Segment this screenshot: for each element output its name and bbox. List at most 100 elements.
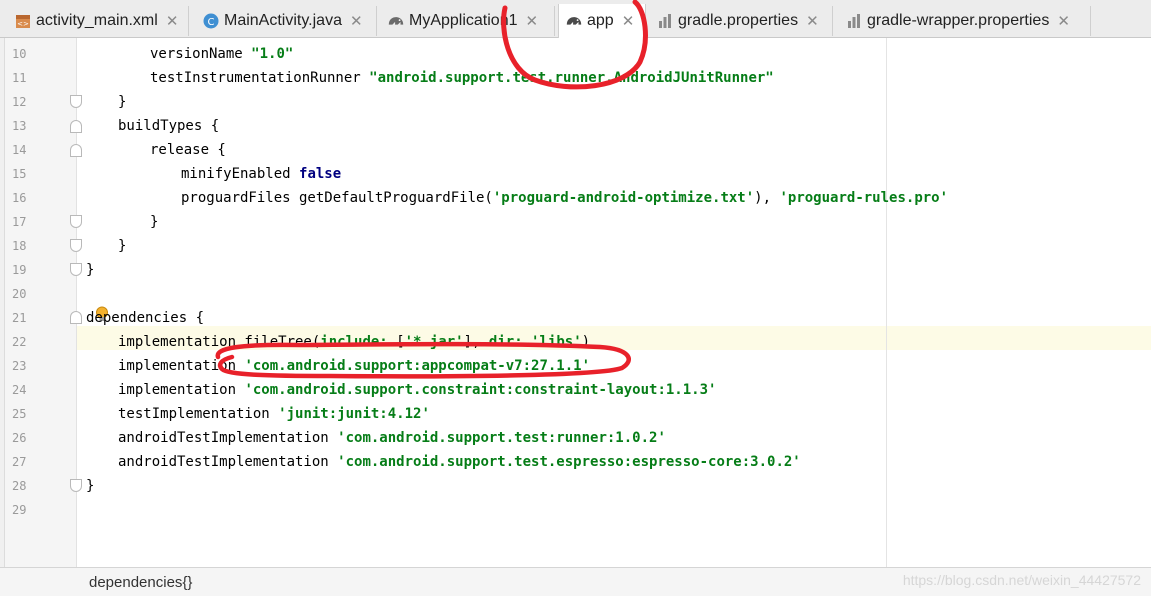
line-number: 25 [12, 407, 27, 421]
code-line[interactable]: minifyEnabled false [181, 162, 341, 186]
string-token: 'com.android.support.constraint:constrai… [244, 382, 717, 398]
close-icon[interactable]: ✕ [1057, 12, 1070, 30]
close-icon[interactable]: ✕ [806, 12, 819, 30]
tab-myapplication1[interactable]: MyApplication1 ✕ [381, 6, 555, 36]
string-token: 'proguard-android-optimize.txt' [492, 190, 755, 206]
string-token: 'com.android.support.test.espresso:espre… [337, 454, 801, 470]
tab-label: app [587, 12, 614, 29]
line-number: 10 [12, 47, 27, 61]
close-icon[interactable]: ✕ [526, 12, 539, 30]
code-line[interactable]: proguardFiles getDefaultProguardFile('pr… [181, 186, 948, 210]
gradle-elephant-icon [387, 12, 405, 30]
code-token: [ [396, 334, 405, 350]
tab-gradle-properties[interactable]: gradle.properties ✕ [650, 6, 833, 36]
watermark-text: https://blog.csdn.net/weixin_44427572 [902, 572, 1141, 588]
code-line[interactable]: } [150, 210, 158, 234]
code-token: implementation [118, 358, 245, 374]
code-token: proguardFiles getDefaultProguardFile( [181, 190, 493, 206]
properties-file-icon [845, 12, 863, 30]
fold-marker[interactable] [70, 215, 82, 228]
gradle-elephant-icon [565, 12, 583, 30]
tab-label: gradle-wrapper.properties [867, 12, 1050, 29]
close-icon[interactable]: ✕ [622, 12, 635, 30]
line-number: 29 [12, 503, 27, 517]
svg-text:C: C [208, 17, 215, 28]
tab-activity-main-xml[interactable]: <> activity_main.xml ✕ [8, 6, 189, 36]
code-line[interactable]: } [118, 234, 126, 258]
code-line[interactable]: release { [150, 138, 226, 162]
line-number: 17 [12, 215, 27, 229]
code-line[interactable]: } [118, 90, 126, 114]
line-number: 26 [12, 431, 27, 445]
breadcrumb-bar: dependencies{} https://blog.csdn.net/wei… [0, 567, 1151, 596]
line-number: 22 [12, 335, 27, 349]
xml-file-icon: <> [14, 12, 32, 30]
string-token: dir: 'libs' [488, 334, 582, 350]
tab-label: MainActivity.java [224, 12, 342, 29]
code-token: ), [754, 190, 780, 206]
fold-marker[interactable] [70, 144, 82, 157]
code-token: testImplementation [118, 406, 279, 422]
tab-label: gradle.properties [678, 12, 799, 29]
code-line[interactable]: } [86, 474, 94, 498]
line-number: 14 [12, 143, 27, 157]
code-editor[interactable]: 10 11 12 13 14 15 16 17 18 19 20 21 22 2… [0, 38, 1151, 567]
keyword-token: false [299, 166, 342, 182]
string-token: 'com.android.support:appcompat-v7:27.1.1… [244, 358, 591, 374]
fold-marker[interactable] [70, 311, 82, 324]
line-number: 19 [12, 263, 27, 277]
string-token: 'proguard-rules.pro' [779, 190, 949, 206]
fold-marker[interactable] [70, 120, 82, 133]
line-number: 21 [12, 311, 27, 325]
code-token: ) [581, 334, 591, 350]
string-token: 'junit:junit:4.12' [278, 406, 430, 422]
code-token: } [150, 214, 159, 230]
string-token: 'com.android.support.test:runner:1.0.2' [337, 430, 666, 446]
code-line[interactable]: implementation 'com.android.support.cons… [118, 378, 716, 402]
code-token: implementation fileTree( [118, 334, 321, 350]
code-token: androidTestImplementation [118, 430, 338, 446]
code-token: } [118, 94, 127, 110]
code-token: versionName [150, 46, 252, 62]
java-class-icon: C [202, 12, 220, 30]
code-token: buildTypes { [118, 118, 220, 134]
code-token: } [86, 478, 95, 494]
code-line[interactable]: testInstrumentationRunner "android.suppo… [150, 66, 774, 90]
code-token: ], [463, 334, 489, 350]
line-number: 11 [12, 71, 27, 85]
code-token: } [118, 238, 127, 254]
line-number: 28 [12, 479, 27, 493]
code-line[interactable]: implementation fileTree(include: ['*.jar… [118, 330, 590, 354]
fold-marker[interactable] [70, 479, 82, 492]
code-line[interactable]: buildTypes { [118, 114, 219, 138]
code-token: dependencies { [86, 310, 205, 326]
fold-marker[interactable] [70, 95, 82, 108]
code-token: release { [150, 142, 226, 158]
editor-tab-bar: <> activity_main.xml ✕ C MainActivity.ja… [0, 0, 1151, 38]
code-line[interactable]: androidTestImplementation 'com.android.s… [118, 450, 801, 474]
close-icon[interactable]: ✕ [166, 12, 179, 30]
breadcrumb[interactable]: dependencies{} [89, 574, 192, 591]
fold-marker[interactable] [70, 263, 82, 276]
code-line[interactable]: implementation 'com.android.support:appc… [118, 354, 590, 378]
code-line[interactable]: versionName "1.0" [150, 42, 293, 66]
tab-app[interactable]: app ✕ [558, 4, 646, 38]
string-token: include: [320, 334, 397, 350]
code-line[interactable]: testImplementation 'junit:junit:4.12' [118, 402, 430, 426]
tab-label: MyApplication1 [409, 12, 518, 29]
tab-gradle-wrapper-properties[interactable]: gradle-wrapper.properties ✕ [839, 6, 1091, 36]
code-token: androidTestImplementation [118, 454, 338, 470]
line-number: 12 [12, 95, 27, 109]
svg-text:<>: <> [17, 20, 29, 28]
close-icon[interactable]: ✕ [350, 12, 363, 30]
code-line[interactable]: dependencies { [86, 306, 204, 330]
properties-file-icon [656, 12, 674, 30]
line-number: 13 [12, 119, 27, 133]
string-token: "android.support.test.runner.AndroidJUni… [369, 70, 774, 86]
line-number: 16 [12, 191, 27, 205]
code-line[interactable]: } [86, 258, 94, 282]
tab-main-activity-java[interactable]: C MainActivity.java ✕ [196, 6, 377, 36]
fold-marker[interactable] [70, 239, 82, 252]
code-line[interactable]: androidTestImplementation 'com.android.s… [118, 426, 666, 450]
code-token: implementation [118, 382, 245, 398]
